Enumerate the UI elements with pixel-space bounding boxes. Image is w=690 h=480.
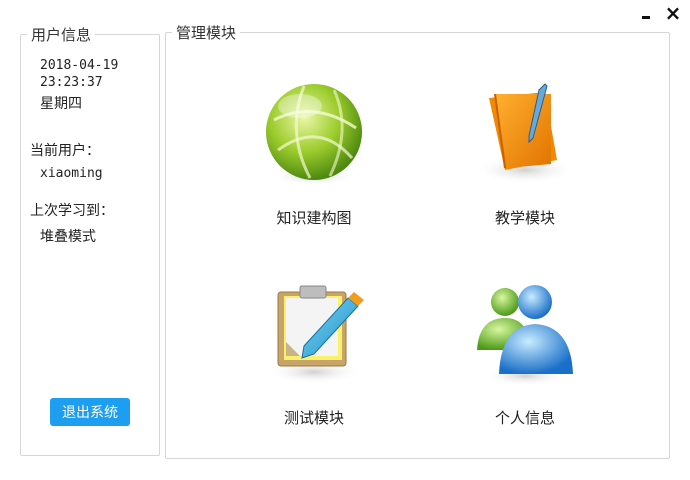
logout-button[interactable]: 退出系统	[50, 398, 130, 426]
users-icon	[477, 285, 573, 386]
module-personal-info[interactable]: 个人信息	[440, 280, 610, 450]
minimize-button[interactable]	[635, 2, 657, 24]
module-label: 测试模块	[283, 409, 344, 427]
globe-icon	[266, 84, 362, 186]
current-time: 23:23:37	[40, 75, 103, 90]
close-button[interactable]: ×	[662, 2, 684, 24]
current-user-value: xiaoming	[40, 166, 103, 181]
module-test[interactable]: 测试模块	[229, 280, 399, 450]
user-info-title: 用户信息	[31, 26, 92, 44]
clipboard-pencil-icon	[266, 285, 364, 384]
module-label: 个人信息	[494, 409, 555, 427]
current-user-label: 当前用户：	[30, 143, 100, 159]
module-label: 教学模块	[494, 209, 555, 227]
folder-pen-icon	[475, 83, 575, 184]
minimize-icon	[642, 15, 650, 19]
current-weekday: 星期四	[40, 96, 82, 112]
last-study-value: 堆叠模式	[40, 229, 96, 245]
module-teaching[interactable]: 教学模块	[440, 80, 610, 250]
module-panel-title: 管理模块	[176, 24, 237, 42]
module-knowledge-map[interactable]: 知识建构图	[229, 80, 399, 250]
module-label: 知识建构图	[276, 209, 352, 227]
current-date: 2018-04-19	[40, 58, 119, 73]
last-study-label: 上次学习到：	[30, 203, 114, 219]
